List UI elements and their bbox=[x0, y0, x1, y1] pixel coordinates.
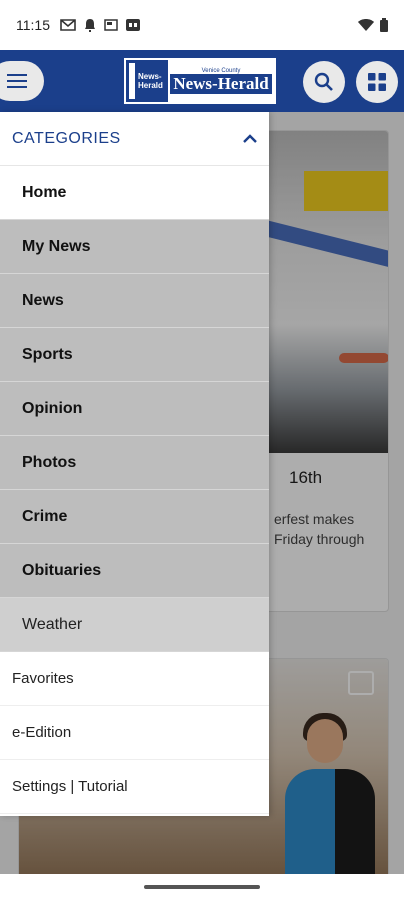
drawer-item-e-edition[interactable]: e-Edition bbox=[0, 706, 269, 760]
category-label: Weather bbox=[22, 615, 83, 633]
category-label: Home bbox=[22, 183, 67, 201]
category-label: Obituaries bbox=[22, 561, 102, 579]
news-icon bbox=[104, 19, 118, 31]
category-item-news[interactable]: News bbox=[0, 274, 269, 328]
drawer-item-favorites[interactable]: Favorites bbox=[0, 652, 269, 706]
search-icon bbox=[314, 72, 333, 91]
grid-icon bbox=[368, 73, 386, 91]
logo-wordmark: Venice County News-Herald bbox=[168, 60, 274, 102]
category-item-crime[interactable]: Crime bbox=[0, 490, 269, 544]
drawer-item-label: Favorites bbox=[12, 670, 74, 687]
status-right-icons bbox=[358, 18, 388, 32]
category-label: Opinion bbox=[22, 399, 83, 417]
logo-lighthouse-block: News-Herald bbox=[126, 60, 168, 102]
search-button[interactable] bbox=[303, 61, 345, 103]
home-gesture-handle[interactable] bbox=[144, 885, 260, 889]
drawer-item-settings-tutorial[interactable]: Settings | Tutorial bbox=[0, 760, 269, 814]
category-item-my-news[interactable]: My News bbox=[0, 220, 269, 274]
notification-icon bbox=[85, 19, 95, 32]
category-label: My News bbox=[22, 237, 91, 255]
app-logo[interactable]: News-Herald Venice County News-Herald bbox=[124, 58, 276, 104]
captions-icon bbox=[126, 19, 140, 31]
hamburger-icon bbox=[7, 74, 27, 88]
category-label: Sports bbox=[22, 345, 73, 363]
category-label: News bbox=[22, 291, 64, 309]
gmail-icon bbox=[60, 19, 76, 31]
system-navigation-bar bbox=[0, 874, 404, 900]
status-bar: 11:15 bbox=[0, 0, 404, 50]
category-item-home[interactable]: Home bbox=[0, 166, 269, 220]
logo-title: News-Herald bbox=[170, 74, 272, 94]
navigation-drawer: CATEGORIES Home My News News Sports Opin… bbox=[0, 112, 269, 816]
category-item-photos[interactable]: Photos bbox=[0, 436, 269, 490]
category-item-obituaries[interactable]: Obituaries bbox=[0, 544, 269, 598]
drawer-item-label: Settings | Tutorial bbox=[12, 778, 128, 795]
menu-button[interactable] bbox=[0, 61, 44, 101]
status-left-icons bbox=[60, 18, 140, 32]
drawer-item-label: e-Edition bbox=[12, 724, 72, 741]
logo-small-text: News-Herald bbox=[138, 72, 163, 90]
sections-grid-button[interactable] bbox=[356, 61, 398, 103]
category-item-sports[interactable]: Sports bbox=[0, 328, 269, 382]
category-label: Photos bbox=[22, 453, 77, 471]
lighthouse-icon bbox=[129, 63, 135, 99]
categories-header[interactable]: CATEGORIES bbox=[0, 112, 269, 166]
battery-icon bbox=[380, 18, 388, 32]
status-time: 11:15 bbox=[16, 17, 50, 33]
wifi-icon bbox=[358, 19, 374, 31]
category-item-weather[interactable]: Weather bbox=[0, 598, 269, 652]
category-item-opinion[interactable]: Opinion bbox=[0, 382, 269, 436]
category-label: Crime bbox=[22, 507, 68, 525]
categories-header-label: CATEGORIES bbox=[12, 129, 121, 147]
chevron-up-icon bbox=[243, 134, 257, 143]
